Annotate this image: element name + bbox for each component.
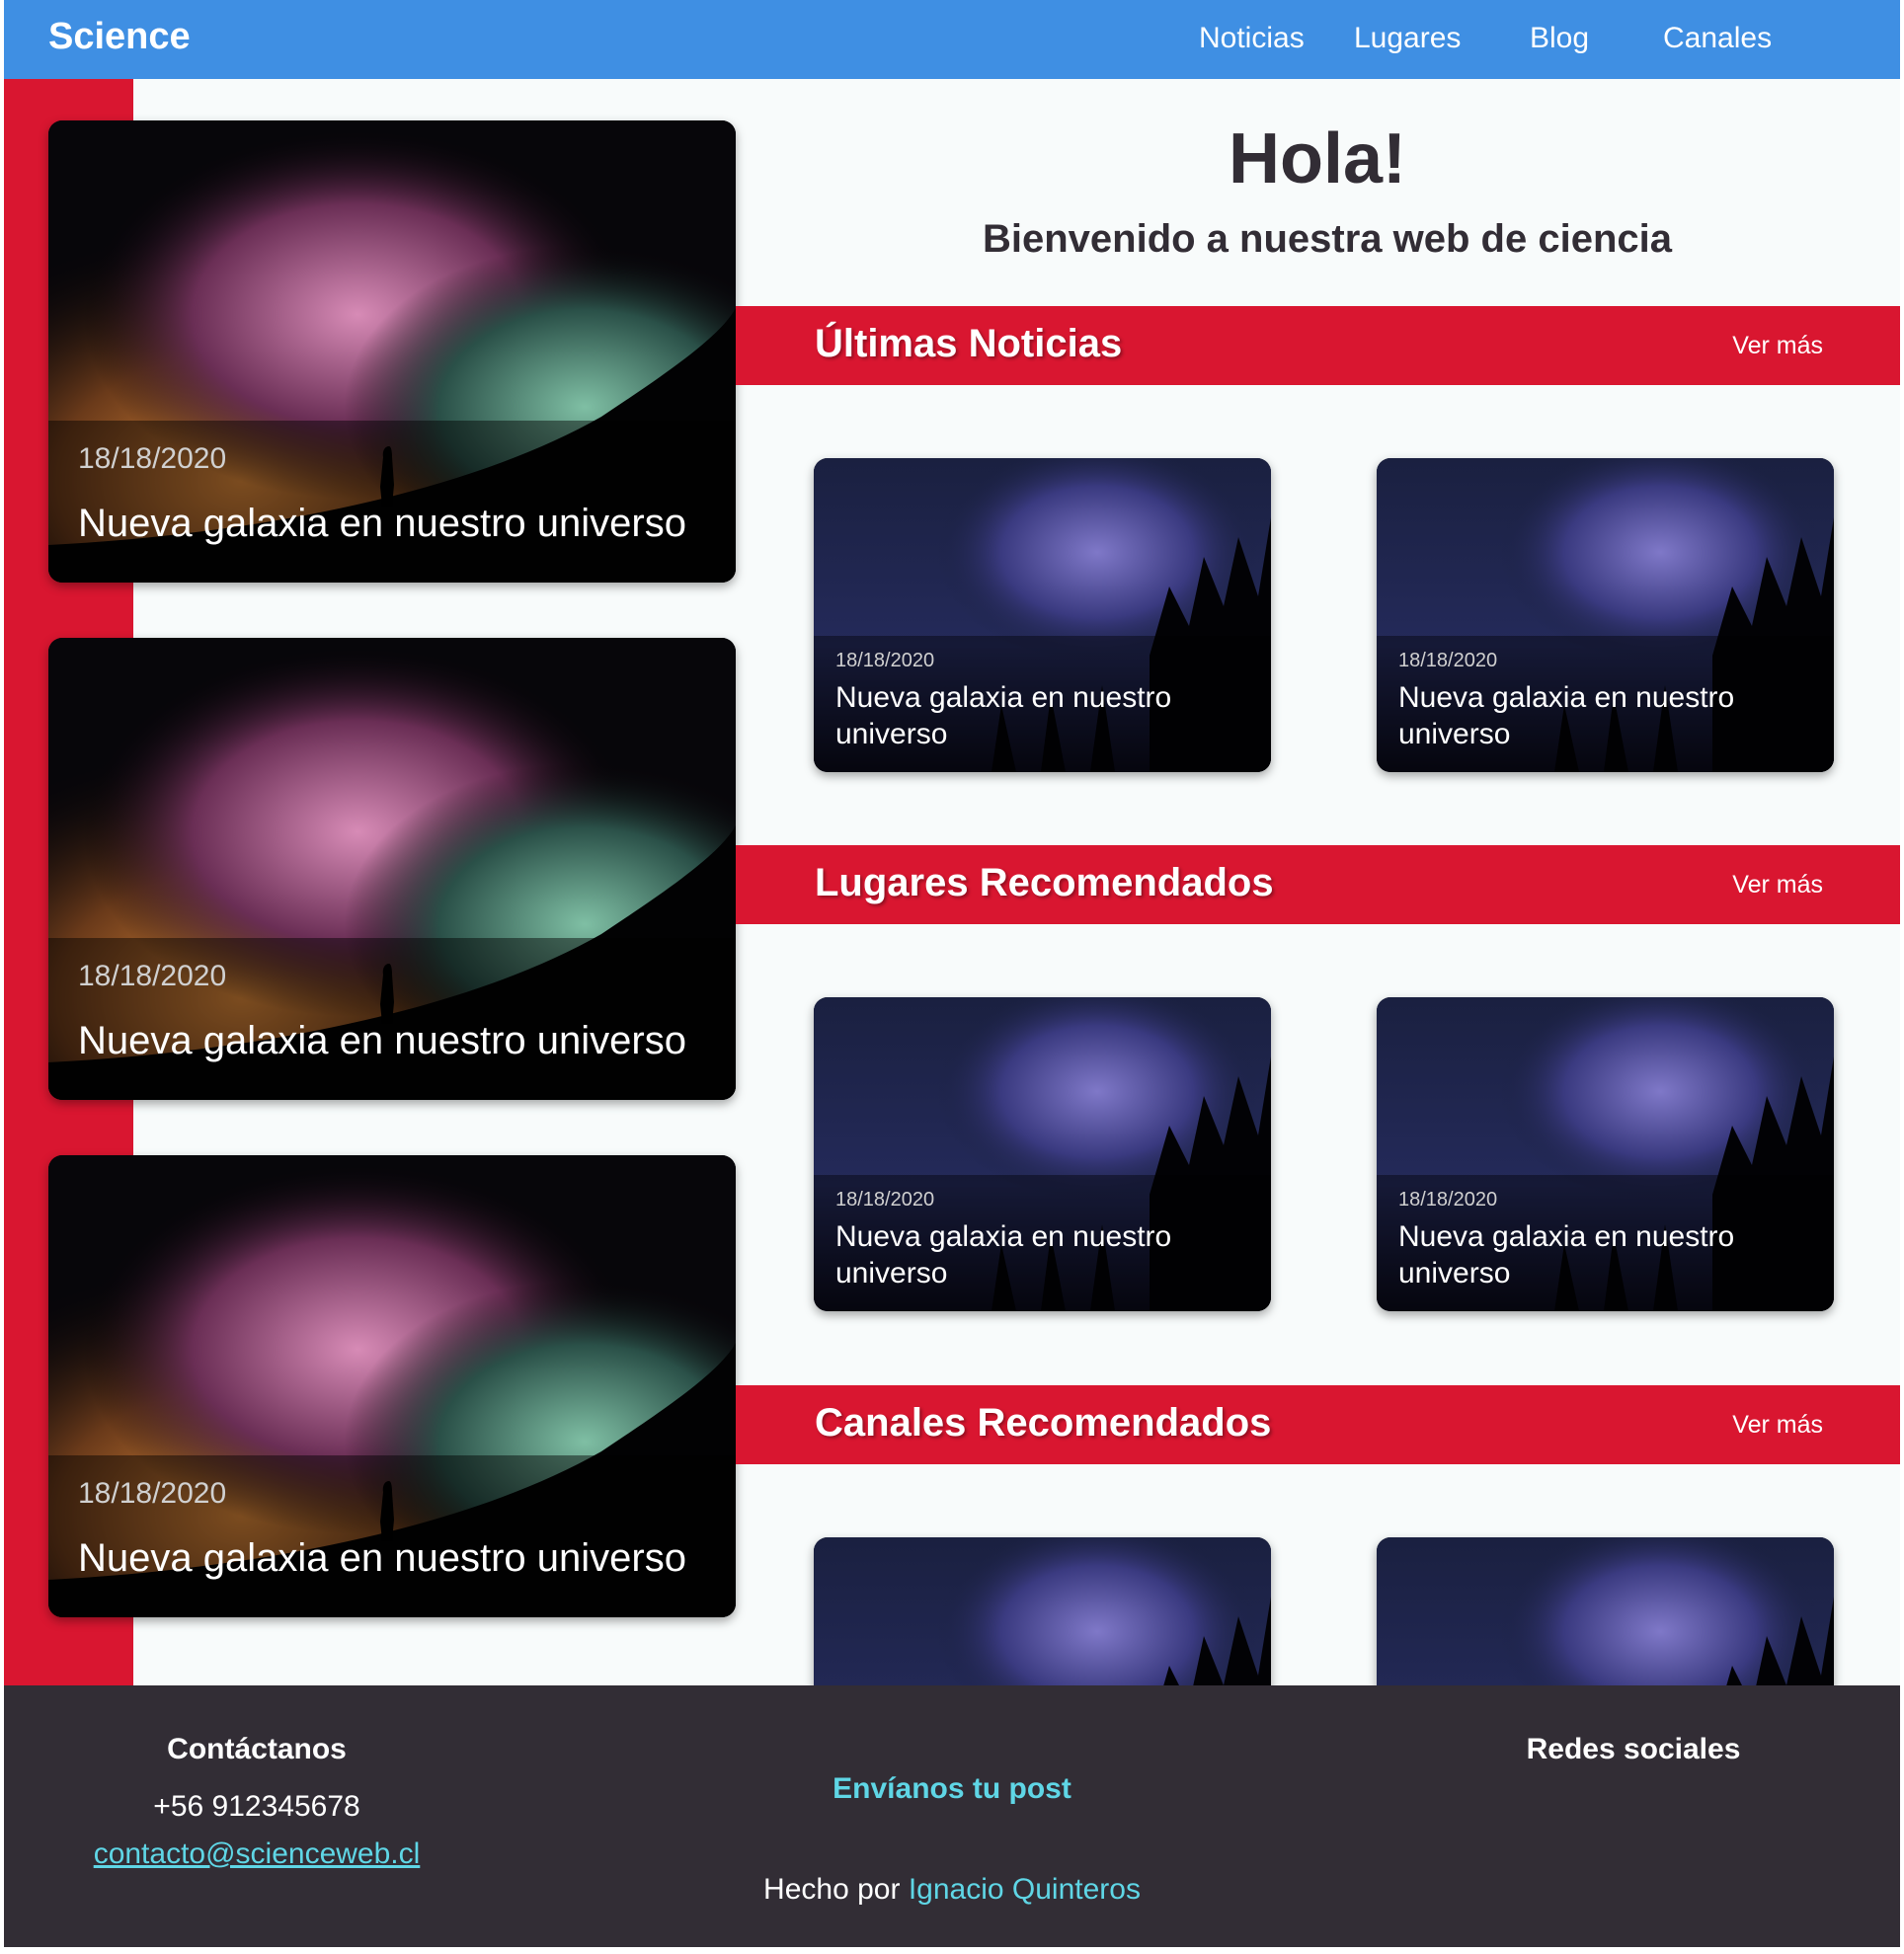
card-title: Nueva galaxia en nuestro universo	[78, 1019, 686, 1062]
news-card[interactable]: 18/18/2020 Nueva galaxia en nuestro univ…	[814, 458, 1271, 772]
contact-heading: Contáctanos	[167, 1733, 347, 1765]
featured-card[interactable]: 18/18/2020 Nueva galaxia en nuestro univ…	[48, 638, 736, 1100]
card-title: Nueva galaxia en nuestro universo	[78, 502, 686, 545]
card-date: 18/18/2020	[1398, 650, 1498, 671]
section-title: Canales Recomendados	[815, 1401, 1272, 1445]
contact-email-link[interactable]: contacto@scienceweb.cl	[93, 1837, 421, 1871]
hero-title: Hola!	[1229, 119, 1406, 198]
see-more-link[interactable]: Ver más	[1732, 1411, 1823, 1440]
send-post-link[interactable]: Envíanos tu post	[804, 1772, 1100, 1806]
card-title: Nueva galaxia en nuestro universo	[835, 1220, 1172, 1290]
hero-subtitle: Bienvenido a nuestra web de ciencia	[982, 217, 1672, 261]
section-header-noticias: Últimas Noticias Ver más	[736, 306, 1900, 385]
contact-phone: +56 912345678	[153, 1790, 360, 1823]
nav-noticias[interactable]: Noticias	[1199, 22, 1305, 55]
nav-blog[interactable]: Blog	[1530, 22, 1589, 55]
social-heading: Redes sociales	[1526, 1733, 1741, 1765]
news-card[interactable]: 18/18/2020 Nueva galaxia en nuestro univ…	[1377, 458, 1834, 772]
card-date: 18/18/2020	[78, 442, 227, 475]
nav-lugares[interactable]: Lugares	[1354, 22, 1461, 55]
card-title: Nueva galaxia en nuestro universo	[1398, 1220, 1735, 1290]
featured-card[interactable]: 18/18/2020 Nueva galaxia en nuestro univ…	[48, 120, 736, 583]
section-header-lugares: Lugares Recomendados Ver más	[736, 845, 1900, 924]
card-date: 18/18/2020	[835, 1189, 935, 1211]
see-more-link[interactable]: Ver más	[1732, 332, 1823, 360]
section-title: Últimas Noticias	[815, 322, 1123, 365]
brand-logo[interactable]: Science	[48, 16, 191, 58]
top-navbar: Science Noticias Lugares Blog Canales	[4, 0, 1900, 79]
footer: Contáctanos +56 912345678 contacto@scien…	[4, 1685, 1900, 1947]
card-title: Nueva galaxia en nuestro universo	[835, 681, 1172, 750]
card-title: Nueva galaxia en nuestro universo	[1398, 681, 1735, 750]
made-by-prefix: Hecho por	[763, 1873, 901, 1906]
featured-card[interactable]: 18/18/2020 Nueva galaxia en nuestro univ…	[48, 1155, 736, 1617]
author-link[interactable]: Ignacio Quinteros	[909, 1873, 1141, 1906]
section-title: Lugares Recomendados	[815, 861, 1274, 904]
card-date: 18/18/2020	[78, 1477, 227, 1510]
made-by: Hecho por Ignacio Quinteros	[636, 1873, 1268, 1907]
place-card[interactable]: 18/18/2020 Nueva galaxia en nuestro univ…	[1377, 997, 1834, 1311]
card-date: 18/18/2020	[78, 960, 227, 992]
page: Science Noticias Lugares Blog Canales 18…	[4, 0, 1900, 1947]
see-more-link[interactable]: Ver más	[1732, 871, 1823, 899]
card-date: 18/18/2020	[835, 650, 935, 671]
place-card[interactable]: 18/18/2020 Nueva galaxia en nuestro univ…	[814, 997, 1271, 1311]
card-title: Nueva galaxia en nuestro universo	[78, 1536, 686, 1580]
nav-canales[interactable]: Canales	[1663, 22, 1772, 55]
section-header-canales: Canales Recomendados Ver más	[736, 1385, 1900, 1464]
card-date: 18/18/2020	[1398, 1189, 1498, 1211]
